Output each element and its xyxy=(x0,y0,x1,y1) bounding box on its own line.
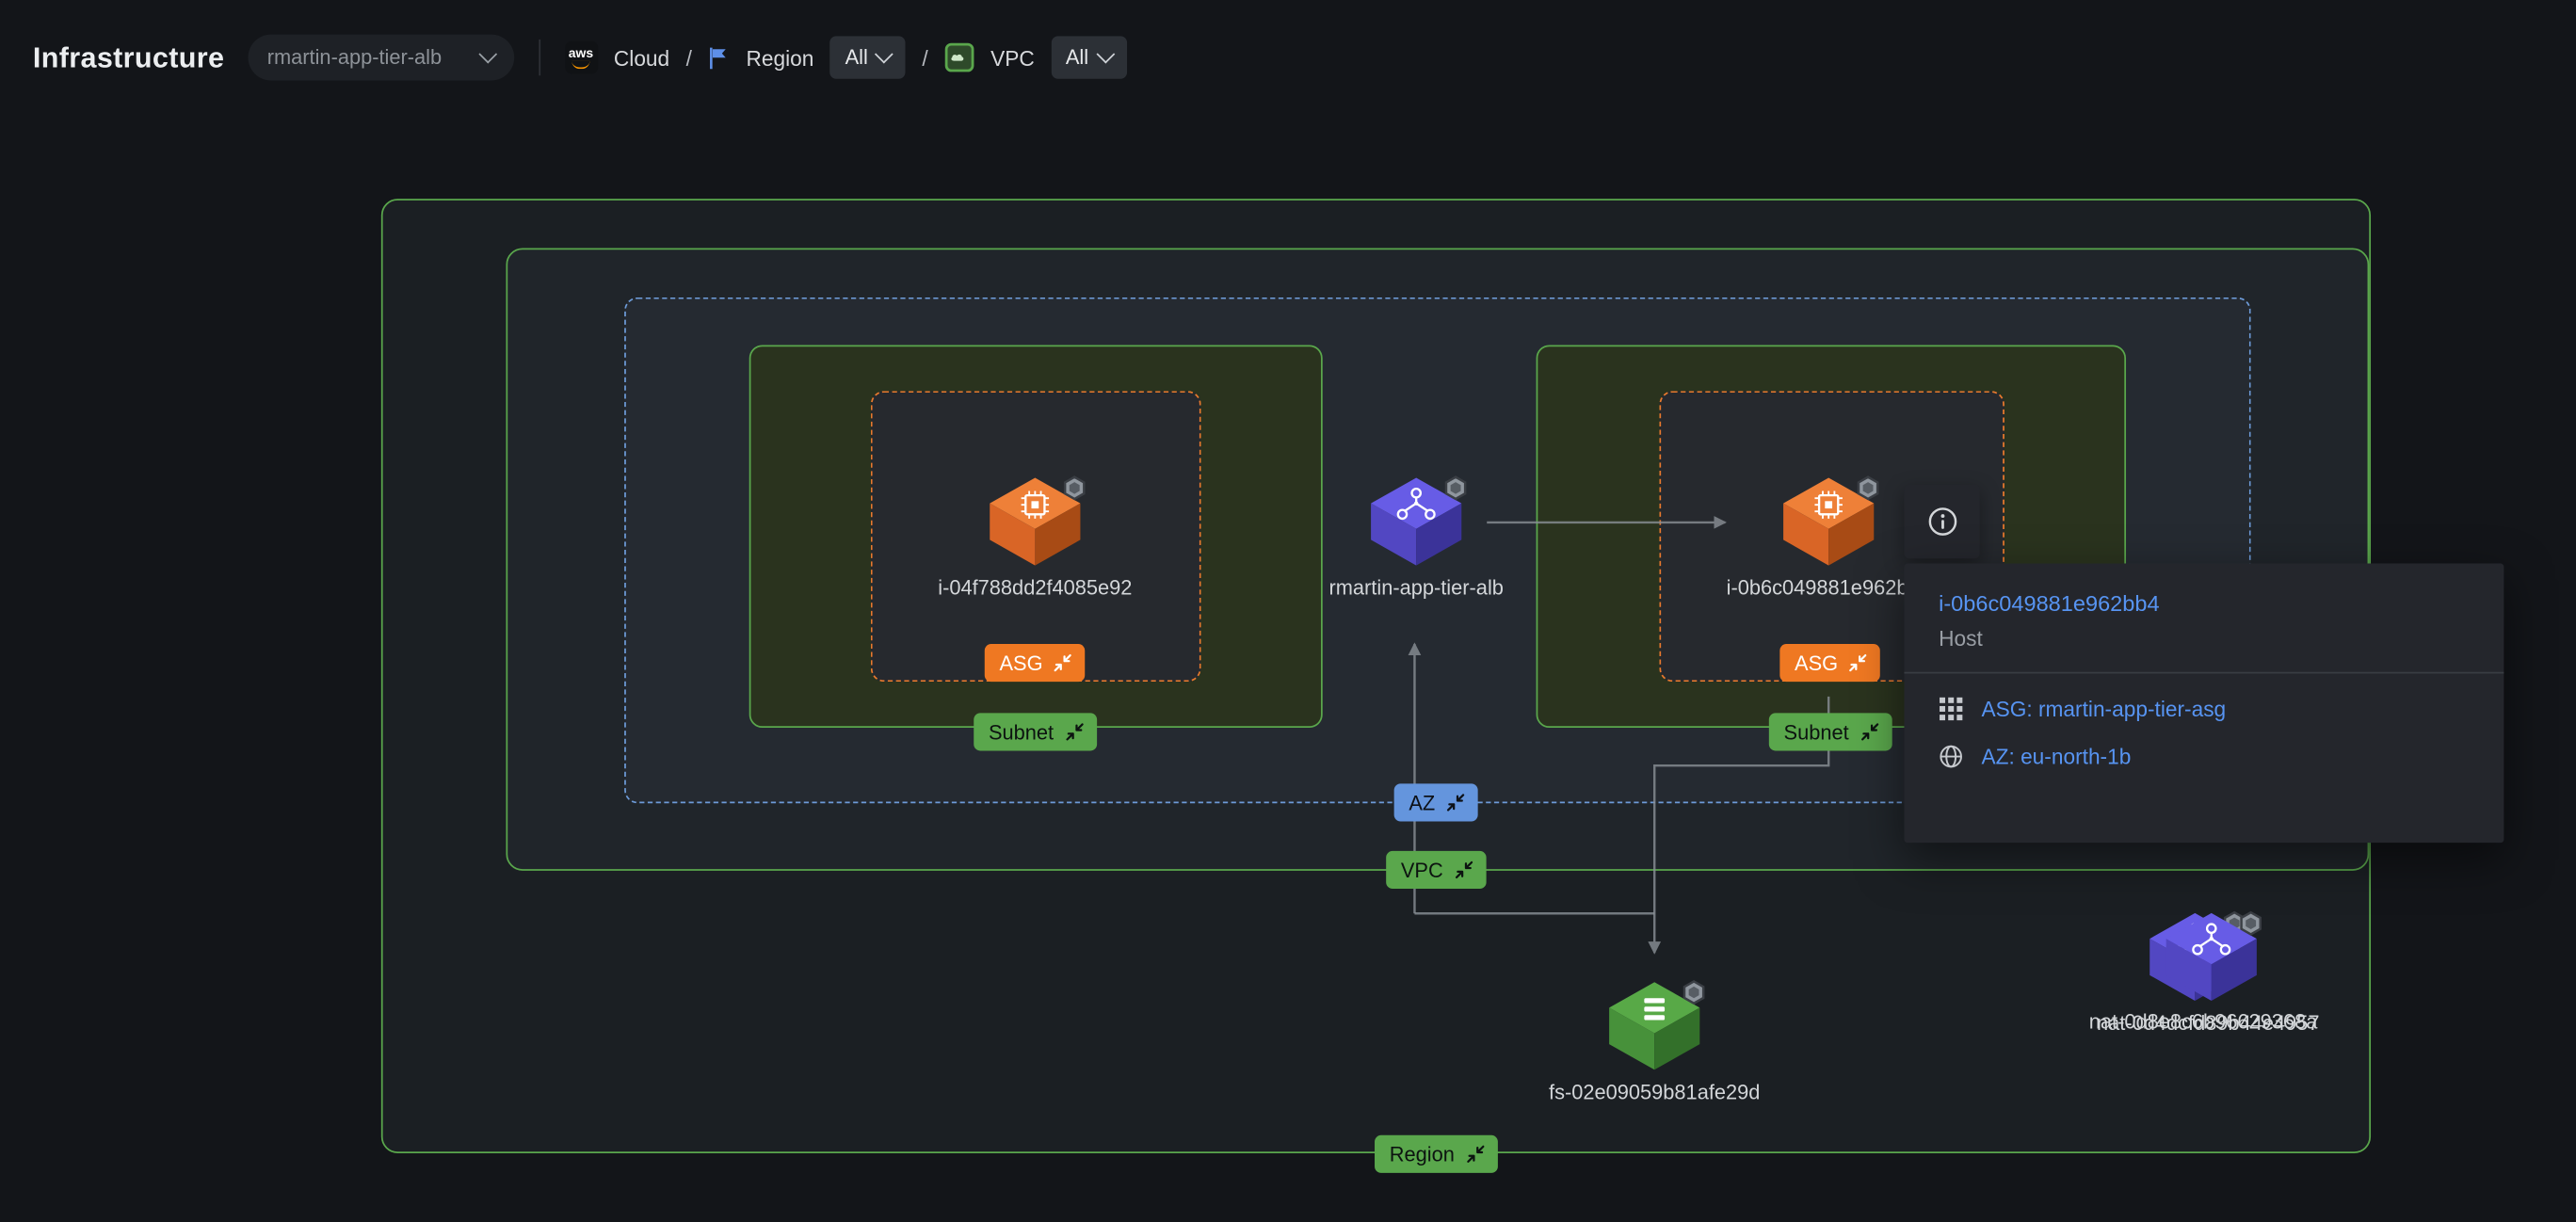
entity-select[interactable]: rmartin-app-tier-alb xyxy=(248,35,514,81)
node-label: rmartin-app-tier-alb xyxy=(1285,576,1548,601)
breadcrumb-vpc: VPC xyxy=(990,45,1035,70)
file-system-icon xyxy=(1602,977,1707,1074)
region-collapse-badge[interactable]: Region xyxy=(1375,1135,1497,1173)
badge-label: ASG xyxy=(999,651,1042,674)
info-button[interactable] xyxy=(1904,485,1979,559)
divider xyxy=(1904,672,2504,674)
badge-label: AZ xyxy=(1409,791,1435,813)
breadcrumb-region: Region xyxy=(747,45,814,70)
breadcrumb-cloud[interactable]: Cloud xyxy=(614,45,669,70)
load-balancer-icon xyxy=(1363,474,1469,571)
node-ec2-instance-left[interactable]: i-04f788dd2f4085e92 xyxy=(904,474,1167,602)
chevron-down-icon xyxy=(478,45,497,64)
asg-left-collapse-badge[interactable]: ASG xyxy=(985,644,1086,682)
collapse-icon xyxy=(1849,654,1867,672)
ec2-instance-icon xyxy=(983,474,1088,571)
page-title: Infrastructure xyxy=(33,40,224,75)
breadcrumb-separator: / xyxy=(686,45,692,70)
aws-logo-text: aws xyxy=(569,47,593,60)
badge-label: VPC xyxy=(1401,859,1443,881)
collapse-icon xyxy=(1466,1145,1484,1163)
collapse-icon xyxy=(1446,794,1464,812)
node-label: i-04f788dd2f4085e92 xyxy=(904,576,1167,601)
tooltip-link-label: ASG: rmartin-app-tier-asg xyxy=(1981,697,2226,721)
badge-label: ASG xyxy=(1795,651,1838,674)
globe-icon xyxy=(1939,744,1963,768)
entity-select-value: rmartin-app-tier-alb xyxy=(267,46,442,69)
aws-smile xyxy=(572,60,589,69)
infrastructure-page: Infrastructure rmartin-app-tier-alb aws … xyxy=(0,0,2576,1222)
divider xyxy=(539,40,540,75)
vpc-filter-value: All xyxy=(1066,46,1088,69)
node-label: nat-0d4dcfd89b44e4957 xyxy=(2093,1012,2323,1037)
collapse-icon xyxy=(1860,723,1878,741)
page-header: Infrastructure rmartin-app-tier-alb aws … xyxy=(0,0,2576,115)
nat-gateway-icon xyxy=(2159,908,2264,1005)
info-icon xyxy=(1926,506,1957,537)
chevron-down-icon xyxy=(875,45,894,64)
collapse-icon xyxy=(1065,723,1083,741)
breadcrumb-separator: / xyxy=(922,45,927,70)
collapse-icon xyxy=(1455,860,1473,878)
vpc-collapse-badge[interactable]: VPC xyxy=(1386,851,1486,889)
asg-grid-icon xyxy=(1939,697,1963,721)
subnet-right-collapse-badge[interactable]: Subnet xyxy=(1769,713,1892,750)
tooltip-subtitle: Host xyxy=(1939,626,2471,651)
region-filter-value: All xyxy=(845,46,868,69)
node-nat-gateways[interactable]: nat-0d8e8c6b96629368a nat-0d4dcfd89b44e4… xyxy=(2088,908,2318,1067)
tooltip-asg-link[interactable]: ASG: rmartin-app-tier-asg xyxy=(1939,697,2471,721)
topology-canvas[interactable]: Region VPC AZ Subnet Subnet ASG ASG xyxy=(0,0,2576,1222)
az-collapse-badge[interactable]: AZ xyxy=(1394,783,1478,821)
collapse-icon xyxy=(1055,654,1072,672)
node-label: fs-02e09059b81afe29d xyxy=(1523,1081,1786,1105)
vpc-icon xyxy=(944,42,974,72)
tooltip-link-label: AZ: eu-north-1b xyxy=(1981,744,2131,768)
badge-label: Subnet xyxy=(1784,720,1849,743)
region-flag-icon xyxy=(708,45,730,70)
node-file-system[interactable]: fs-02e09059b81afe29d xyxy=(1523,977,1786,1105)
host-tooltip: i-0b6c049881e962bb4 Host ASG: rmartin-ap… xyxy=(1904,564,2504,844)
chevron-down-icon xyxy=(1096,45,1115,64)
vpc-filter-dropdown[interactable]: All xyxy=(1051,36,1126,78)
region-filter-dropdown[interactable]: All xyxy=(830,36,906,78)
tooltip-az-link[interactable]: AZ: eu-north-1b xyxy=(1939,744,2471,768)
aws-logo-icon: aws xyxy=(565,41,598,74)
badge-label: Subnet xyxy=(989,720,1054,743)
asg-right-collapse-badge[interactable]: ASG xyxy=(1779,644,1880,682)
tooltip-host-link[interactable]: i-0b6c049881e962bb4 xyxy=(1939,591,2471,616)
ec2-instance-icon xyxy=(1776,474,1881,571)
node-load-balancer[interactable]: rmartin-app-tier-alb xyxy=(1285,474,1548,602)
badge-label: Region xyxy=(1390,1143,1455,1166)
subnet-left-collapse-badge[interactable]: Subnet xyxy=(974,713,1096,750)
